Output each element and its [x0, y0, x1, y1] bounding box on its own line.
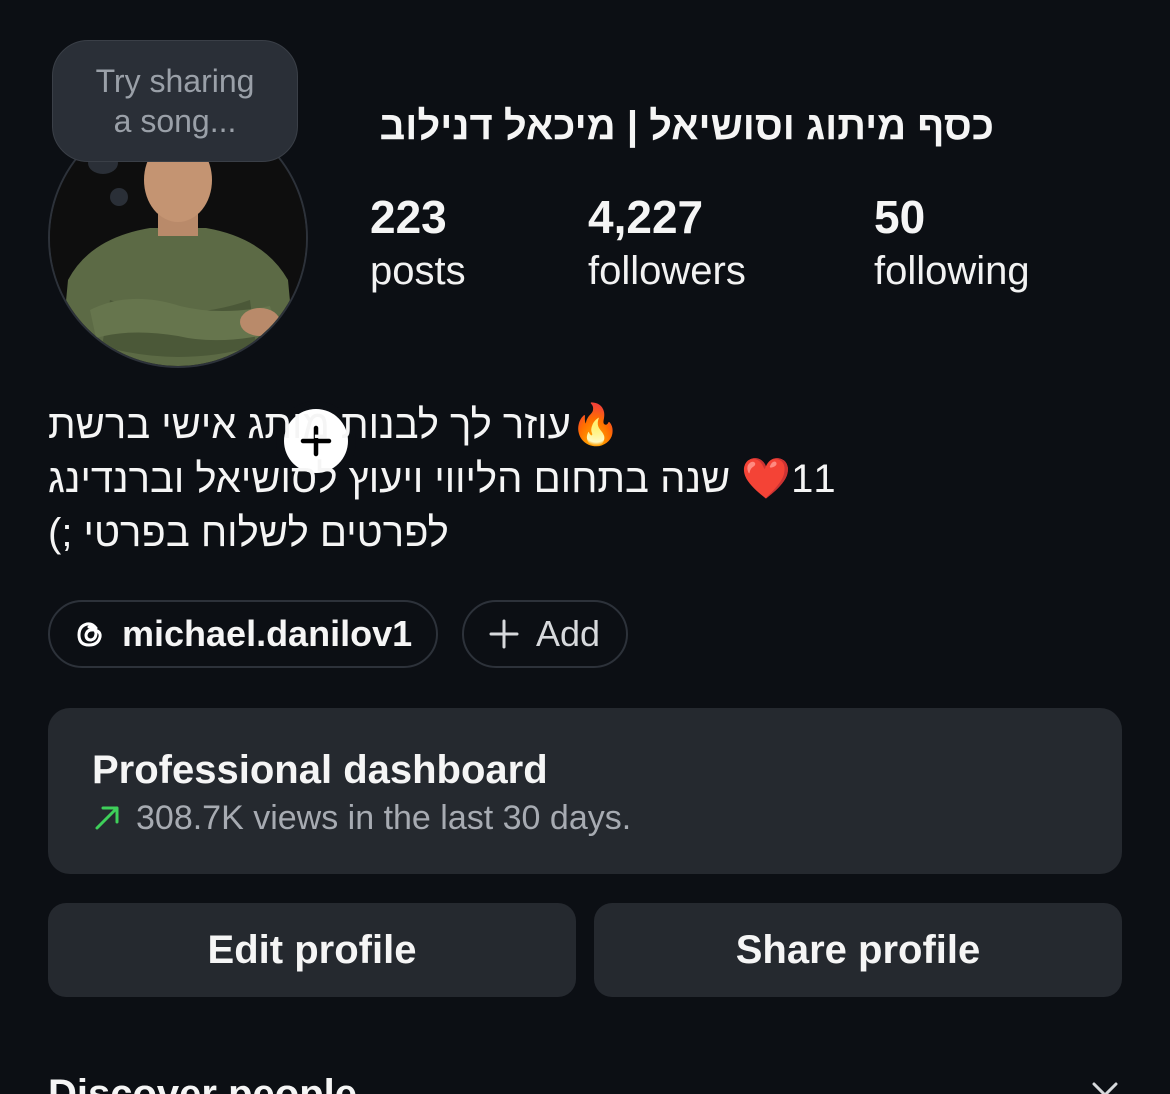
add-link-chip[interactable]: Add [462, 600, 628, 668]
display-name: כסף מיתוג וסושיאל | מיכאל דנילוב [379, 104, 994, 148]
note-text-line-1: Try sharing [95, 63, 255, 99]
stat-followers-label: followers [588, 249, 746, 293]
bio-line-1: 🔥עוזר לך לבנות מותג אישי ברשת [48, 398, 878, 452]
bio-line-1-text: עוזר לך לבנות מותג אישי ברשת [48, 403, 571, 447]
stat-following-label: following [874, 249, 1030, 293]
threads-handle: michael.danilov1 [122, 613, 413, 654]
share-profile-button[interactable]: Share profile [594, 903, 1122, 997]
heart-emoji: ❤️ [741, 457, 792, 501]
bio-line-2-number: 11 [791, 457, 836, 501]
stat-followers-count: 4,227 [588, 191, 704, 243]
bio: 🔥עוזר לך לבנות מותג אישי ברשת 11❤️ שנה ב… [48, 398, 878, 560]
professional-dashboard-card[interactable]: Professional dashboard 308.7K views in t… [48, 708, 1122, 874]
bio-line-3: לפרטים לשלוח בפרטי ;) [48, 511, 449, 555]
stat-following-count: 50 [874, 191, 926, 243]
close-icon[interactable] [1090, 1080, 1120, 1094]
threads-link-chip[interactable]: michael.danilov1 [48, 600, 438, 668]
note-bubble[interactable]: Try sharing a song... [52, 40, 298, 162]
threads-icon [74, 618, 106, 650]
bio-line-2: 11❤️ שנה בתחום הליווי ויעוץ לסושיאל וברנ… [48, 452, 878, 506]
plus-icon [488, 618, 520, 650]
stat-posts-label: posts [370, 249, 466, 293]
note-bubble-tail-small [110, 188, 128, 206]
stat-posts[interactable]: 223 posts [370, 190, 466, 298]
bio-line-2-text: שנה בתחום הליווי ויעוץ לסושיאל וברנדינג [48, 457, 731, 501]
dashboard-subtitle: 308.7K views in the last 30 days. [136, 799, 632, 837]
stat-followers[interactable]: 4,227 followers [588, 190, 746, 298]
stat-following[interactable]: 50 following [874, 190, 1030, 298]
profile-page: Try sharing a song... כסף מיתוג וסושיאל … [0, 0, 1170, 1094]
fire-emoji: 🔥 [570, 403, 621, 447]
note-text-line-2: a song... [113, 103, 237, 139]
discover-people-title: Discover people [48, 1072, 358, 1094]
stat-posts-count: 223 [370, 191, 447, 243]
add-link-label: Add [536, 613, 601, 654]
dashboard-subtitle-row: 308.7K views in the last 30 days. [92, 794, 1122, 842]
edit-profile-button[interactable]: Edit profile [48, 903, 576, 997]
trend-up-arrow-icon [92, 803, 122, 833]
dashboard-title: Professional dashboard [92, 748, 548, 792]
